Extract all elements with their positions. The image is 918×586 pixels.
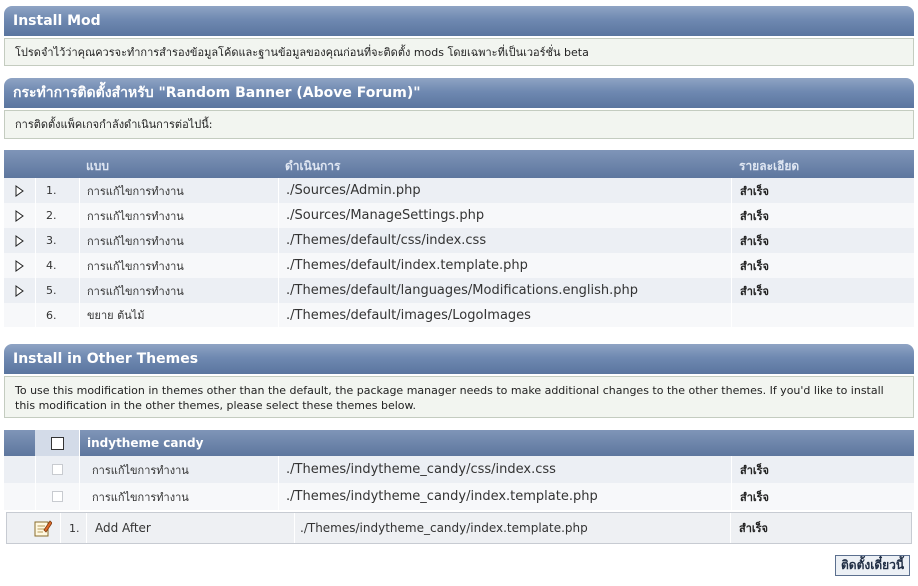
table-row: 2. การแก้ไขการทำงาน ./Sources/ManageSett… xyxy=(4,203,914,228)
play-triangle-icon[interactable] xyxy=(15,284,24,297)
table-row: 1. การแก้ไขการทำงาน ./Sources/Admin.php … xyxy=(4,178,914,203)
row-status: สำเร็จ xyxy=(740,259,770,273)
other-themes-notice-text: To use this modification in themes other… xyxy=(15,384,884,412)
actions-header: กระทำการติดตั้งสำหรับ "Random Banner (Ab… xyxy=(4,78,914,108)
install-mod-title: Install Mod xyxy=(13,13,101,29)
row-path: ./Themes/indytheme_candy/index.template.… xyxy=(286,489,598,504)
row-status: สำเร็จ xyxy=(740,209,770,223)
play-triangle-icon[interactable] xyxy=(15,234,24,247)
row-path: ./Sources/ManageSettings.php xyxy=(286,208,485,223)
install-mod-header: Install Mod xyxy=(4,6,914,36)
row-number: 6. xyxy=(46,308,57,322)
row-status: สำเร็จ xyxy=(740,184,770,198)
column-details: รายละเอียด xyxy=(739,159,800,173)
actions-title: กระทำการติดตั้งสำหรับ "Random Banner (Ab… xyxy=(13,85,421,101)
row-type: การแก้ไขการทำงาน xyxy=(87,259,184,273)
row-type: การแก้ไขการทำงาน xyxy=(87,234,184,248)
row-type: ขยาย ต้นไม้ xyxy=(87,309,145,322)
row-status: สำเร็จ xyxy=(739,522,769,535)
expand-toggle[interactable] xyxy=(4,178,35,203)
row-status: สำเร็จ xyxy=(740,234,770,248)
table-row: 6. ขยาย ต้นไม้ ./Themes/default/images/L… xyxy=(4,303,914,327)
row-path: ./Themes/default/css/index.css xyxy=(286,233,487,248)
column-action: ดำเนินการ xyxy=(285,159,341,173)
table-row: 3. การแก้ไขการทำงาน ./Themes/default/css… xyxy=(4,228,914,253)
other-themes-header: Install in Other Themes xyxy=(4,344,914,374)
expand-toggle[interactable] xyxy=(4,253,35,278)
row-type: การแก้ไขการทำงาน xyxy=(92,463,189,477)
row-status: สำเร็จ xyxy=(740,284,770,298)
column-type: แบบ xyxy=(86,159,109,173)
play-triangle-icon[interactable] xyxy=(15,209,24,222)
row-checkbox[interactable] xyxy=(52,464,63,475)
actions-notice-text: การติดตั้งแพ็คเกจกำลังดำเนินการต่อไปนี้: xyxy=(15,118,213,131)
row-status: สำเร็จ xyxy=(740,463,770,477)
expand-toggle[interactable] xyxy=(4,203,35,228)
row-number: 3. xyxy=(46,234,57,247)
backup-notice: โปรดจำไว้ว่าคุณควรจะทำการสำรองข้อมูลโค้ด… xyxy=(4,38,914,66)
other-themes-notice: To use this modification in themes other… xyxy=(4,376,914,418)
sub-action-row: 1. Add After ./Themes/indytheme_candy/in… xyxy=(6,512,912,544)
row-path: ./Sources/Admin.php xyxy=(286,183,421,198)
expand-toggle[interactable] xyxy=(4,228,35,253)
row-type: การแก้ไขการทำงาน xyxy=(87,284,184,298)
table-row: 4. การแก้ไขการทำงาน ./Themes/default/ind… xyxy=(4,253,914,278)
row-number: 4. xyxy=(46,259,57,272)
row-path: ./Themes/default/languages/Modifications… xyxy=(286,283,639,298)
row-path: ./Themes/default/index.template.php xyxy=(286,258,528,273)
row-type: การแก้ไขการทำงาน xyxy=(87,209,184,223)
table-row: การแก้ไขการทำงาน ./Themes/indytheme_cand… xyxy=(4,483,914,510)
row-checkbox[interactable] xyxy=(52,491,63,502)
row-path: ./Themes/default/images/LogoImages xyxy=(286,307,531,323)
theme-header-row: indytheme candy xyxy=(4,430,914,456)
row-number: 2. xyxy=(46,209,57,222)
row-status: สำเร็จ xyxy=(740,490,770,504)
row-number: 1. xyxy=(46,184,57,197)
backup-notice-text: โปรดจำไว้ว่าคุณควรจะทำการสำรองข้อมูลโค้ด… xyxy=(15,46,589,59)
row-number: 1. xyxy=(69,521,80,535)
row-type: Add After xyxy=(95,521,151,535)
expand-toggle[interactable] xyxy=(4,278,35,303)
play-triangle-icon[interactable] xyxy=(15,184,24,197)
row-number: 5. xyxy=(46,284,57,297)
play-triangle-icon[interactable] xyxy=(15,259,24,272)
row-path: ./Themes/indytheme_candy/index.template.… xyxy=(300,521,588,535)
theme-select-checkbox[interactable] xyxy=(50,436,64,450)
row-type: การแก้ไขการทำงาน xyxy=(92,490,189,504)
theme-name: indytheme candy xyxy=(87,436,204,450)
row-type: การแก้ไขการทำงาน xyxy=(87,184,184,198)
table-row: การแก้ไขการทำงาน ./Themes/indytheme_cand… xyxy=(4,456,914,483)
actions-notice: การติดตั้งแพ็คเกจกำลังดำเนินการต่อไปนี้: xyxy=(4,110,914,139)
table-row: 5. การแก้ไขการทำงาน ./Themes/default/lan… xyxy=(4,278,914,303)
row-path: ./Themes/indytheme_candy/css/index.css xyxy=(286,462,556,477)
install-now-button[interactable]: ติดตั้งเดี๋ยวนี้ xyxy=(835,555,911,576)
other-themes-title: Install in Other Themes xyxy=(13,351,199,367)
actions-table-header: แบบ ดำเนินการ รายละเอียด xyxy=(4,150,914,178)
edit-icon xyxy=(31,513,55,543)
